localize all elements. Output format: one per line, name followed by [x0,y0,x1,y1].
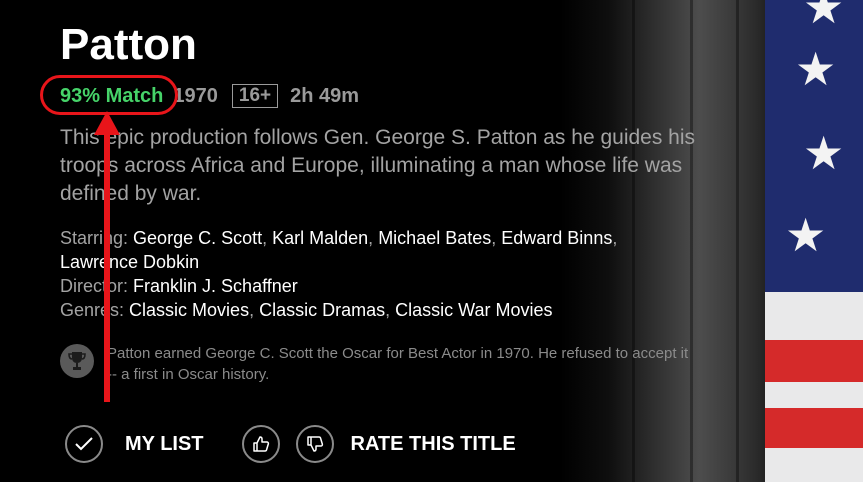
genre-link[interactable]: Classic War Movies [395,300,552,320]
release-year: 1970 [173,84,218,107]
thumbs-up-icon [252,436,269,452]
thumbs-down-button[interactable] [295,425,334,463]
my-list-label[interactable]: MY LIST [125,433,204,456]
genre-link[interactable]: Classic Dramas [259,300,385,320]
runtime: 2h 49m [290,84,360,107]
american-flag-image: ★ ★ ★ ★ [765,0,863,482]
maturity-rating-badge: 16+ [231,84,279,108]
rate-this-title-label: RATE THIS TITLE [350,432,516,455]
starring-label: Starring: [60,228,129,248]
director-line: Director: Franklin J. Schaffner [60,274,700,298]
star-icon: ★ [803,0,845,33]
cast-link[interactable]: Michael Bates [378,228,491,248]
thumbs-up-button[interactable] [241,425,280,463]
credits-block: Starring: George C. Scott, Karl Malden, … [60,226,700,322]
annotation-circle [40,75,178,115]
cast-link[interactable]: Edward Binns [501,228,612,248]
genres-label: Genres: [60,300,125,320]
genre-link[interactable]: Classic Movies [129,300,249,320]
star-icon: ★ [803,127,845,179]
thumbs-down-icon [306,436,323,452]
trivia-block: Patton earned George C. Scott the Oscar … [60,343,697,385]
cast-link[interactable]: George C. Scott [133,228,262,248]
cast-link[interactable]: Karl Malden [272,228,368,248]
synopsis: This epic production follows Gen. George… [60,126,696,205]
genres-line: Genres: Classic Movies, Classic Dramas, … [60,300,553,320]
star-icon: ★ [795,43,837,95]
add-to-my-list-button[interactable] [65,425,103,463]
movie-title: Patton [60,20,197,69]
check-icon [75,437,93,451]
director-link[interactable]: Franklin J. Schaffner [133,276,298,296]
trophy-icon [60,344,94,378]
cast-link[interactable]: Lawrence Dobkin [60,252,199,272]
star-icon: ★ [785,209,827,261]
action-bar: MY LIST RATE THIS TITLE [65,425,516,463]
trivia-text: Patton earned George C. Scott the Oscar … [107,345,689,383]
director-label: Director: [60,276,129,296]
starring-line: Starring: George C. Scott, Karl Malden, … [60,228,618,272]
